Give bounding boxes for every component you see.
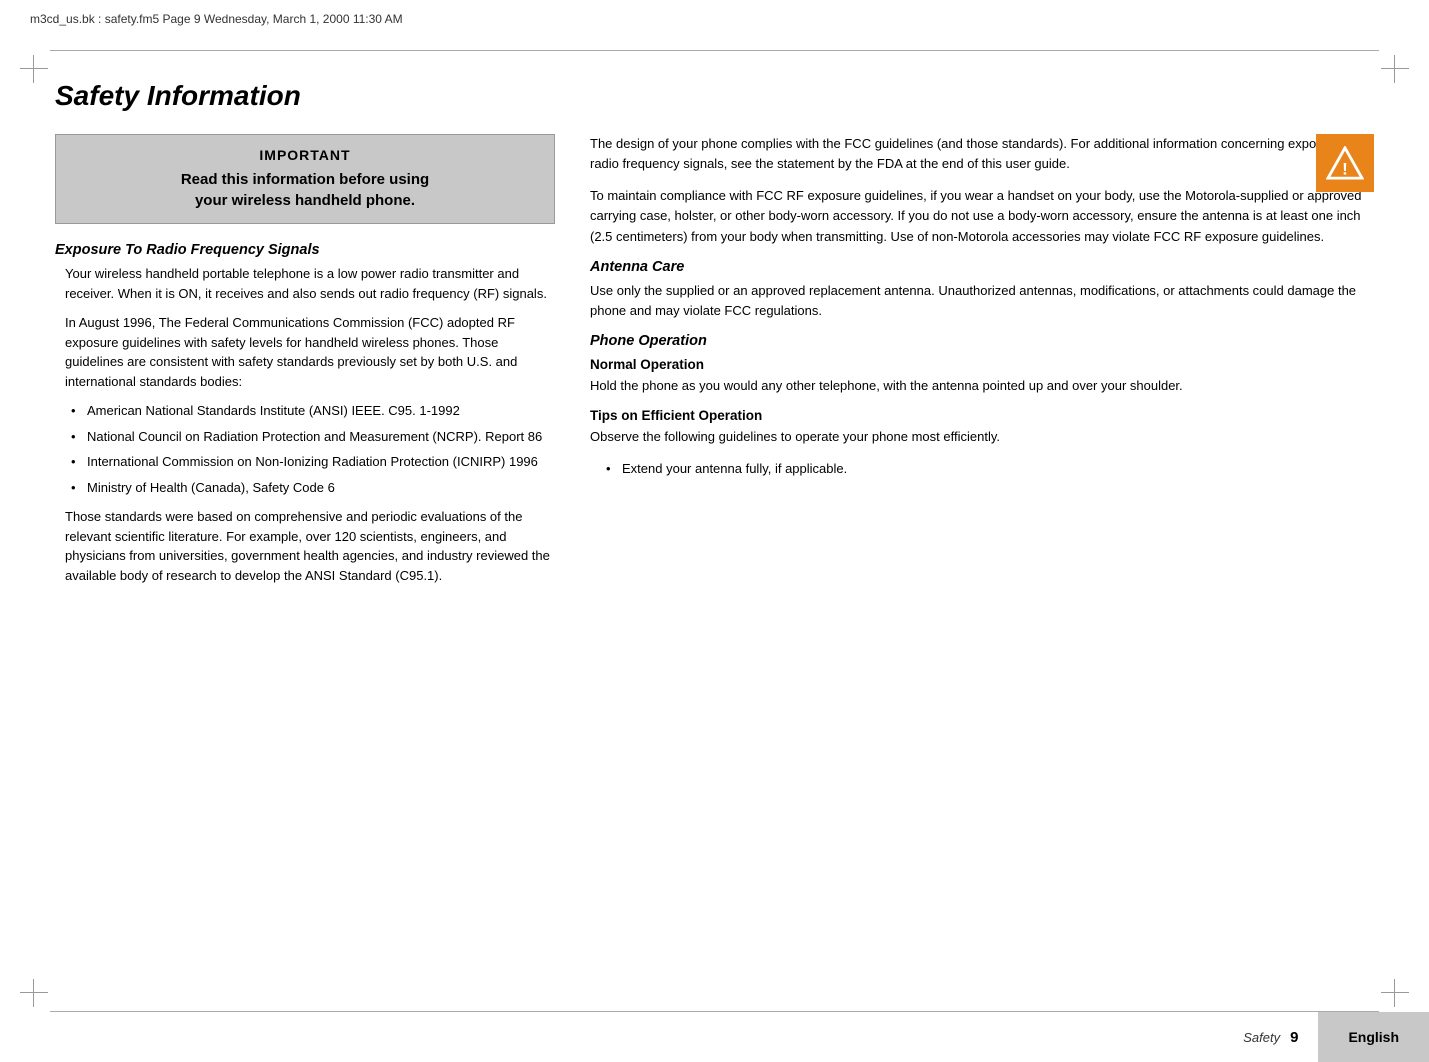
two-column-layout: IMPORTANT Read this information before u… (55, 134, 1374, 595)
important-box: IMPORTANT Read this information before u… (55, 134, 555, 224)
exposure-para-2: In August 1996, The Federal Communicatio… (55, 313, 555, 391)
antenna-care-para: Use only the supplied or an approved rep… (590, 281, 1374, 321)
exposure-para-1: Your wireless handheld portable telephon… (55, 264, 555, 303)
normal-operation-para: Hold the phone as you would any other te… (590, 376, 1374, 396)
list-item-ncrp: National Council on Radiation Protection… (75, 427, 555, 447)
main-content: Safety Information IMPORTANT Read this i… (55, 70, 1374, 992)
right-para-1: The design of your phone complies with t… (590, 134, 1374, 174)
top-rule (50, 50, 1379, 51)
footer-english-label: English (1348, 1029, 1399, 1045)
tips-para: Observe the following guidelines to oper… (590, 427, 1374, 447)
list-item-icnirp: International Commission on Non-Ionizing… (75, 452, 555, 472)
antenna-care-heading: Antenna Care (590, 259, 1374, 275)
crosshair-top-right (1381, 55, 1409, 83)
svg-text:!: ! (1342, 159, 1348, 178)
tips-bullet-1: Extend your antenna fully, if applicable… (610, 459, 1374, 479)
header-text: m3cd_us.bk : safety.fm5 Page 9 Wednesday… (30, 12, 403, 26)
phone-operation-heading: Phone Operation (590, 333, 1374, 349)
crosshair-top-left (20, 55, 48, 83)
header-bar: m3cd_us.bk : safety.fm5 Page 9 Wednesday… (0, 0, 1429, 38)
crosshair-bottom-left (20, 979, 48, 1007)
warning-icon-box: ! (1316, 134, 1374, 192)
footer-safety-label: Safety (1243, 1030, 1280, 1045)
right-column: ! The design of your phone complies with… (590, 134, 1374, 489)
page-title: Safety Information (55, 80, 1374, 112)
right-para-2: To maintain compliance with FCC RF expos… (590, 186, 1374, 246)
warning-triangle-icon: ! (1326, 146, 1364, 180)
crosshair-bottom-right (1381, 979, 1409, 1007)
normal-operation-heading: Normal Operation (590, 357, 1374, 372)
list-item-ansi: American National Standards Institute (A… (75, 401, 555, 421)
footer-center: Safety 9 (1243, 1029, 1298, 1046)
list-item-health-canada: Ministry of Health (Canada), Safety Code… (75, 478, 555, 498)
tips-list: Extend your antenna fully, if applicable… (590, 459, 1374, 479)
standards-list: American National Standards Institute (A… (55, 401, 555, 497)
important-title: IMPORTANT (76, 147, 534, 163)
exposure-para-after: Those standards were based on comprehens… (55, 507, 555, 585)
exposure-section-heading: Exposure To Radio Frequency Signals (55, 242, 555, 258)
tips-heading: Tips on Efficient Operation (590, 408, 1374, 423)
footer-bar: Safety 9 English (0, 1012, 1429, 1062)
important-subtitle: Read this information before usingyour w… (76, 169, 534, 211)
footer-english-tab: English (1318, 1012, 1429, 1062)
footer-page-number: 9 (1290, 1029, 1298, 1046)
left-column: IMPORTANT Read this information before u… (55, 134, 555, 595)
